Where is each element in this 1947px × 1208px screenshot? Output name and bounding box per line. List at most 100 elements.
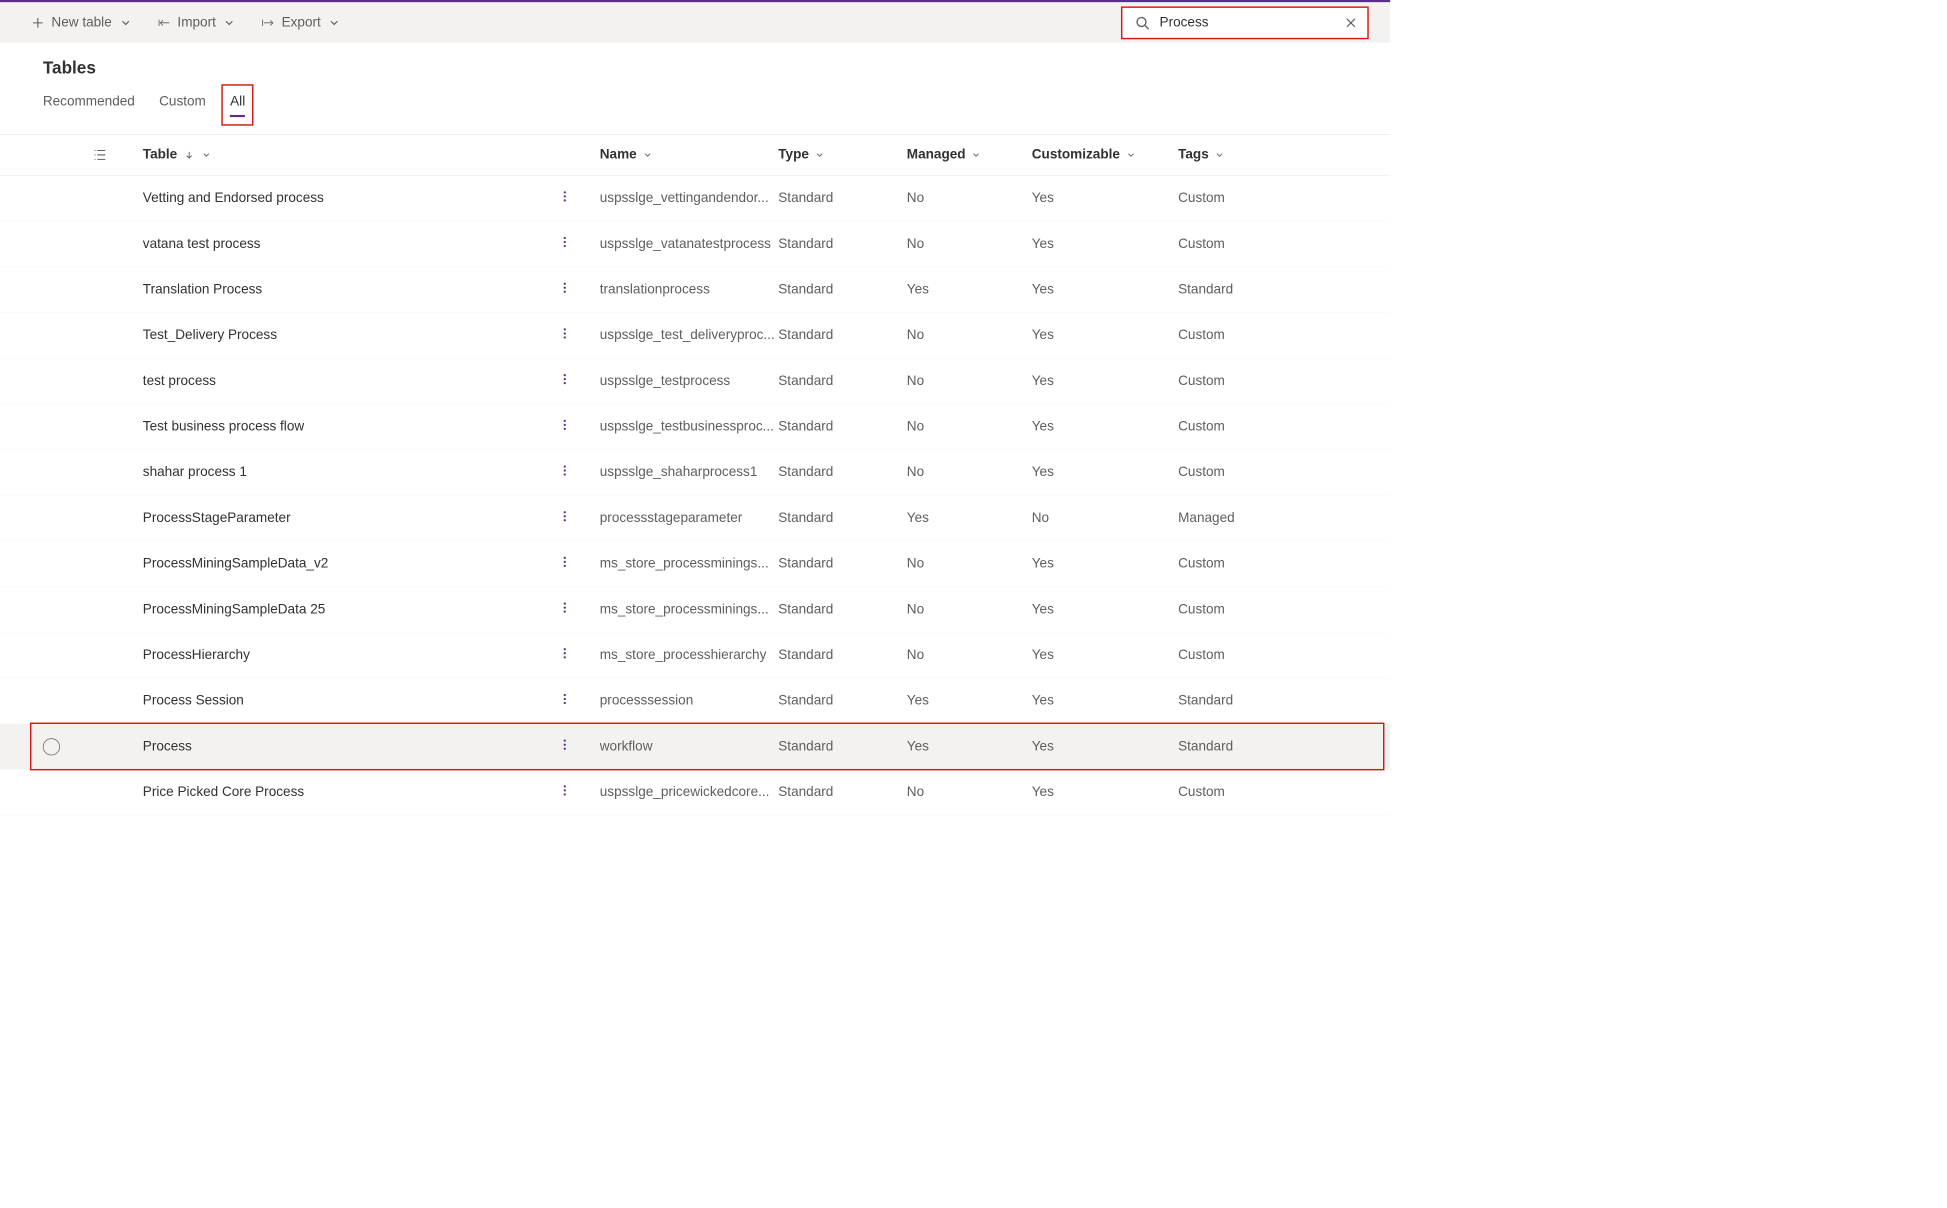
- row-more-icon[interactable]: [558, 372, 571, 389]
- table-row[interactable]: Test_Delivery Processuspsslge_test_deliv…: [0, 313, 1390, 359]
- column-header-managed[interactable]: Managed: [907, 147, 1032, 163]
- row-more-icon[interactable]: [558, 464, 571, 481]
- row-customizable-cell: Yes: [1032, 784, 1178, 800]
- import-button[interactable]: Import: [155, 10, 239, 34]
- column-header-type-label: Type: [778, 147, 809, 163]
- row-more-icon[interactable]: [558, 738, 571, 755]
- row-table-cell[interactable]: Vetting and Endorsed process: [143, 190, 600, 207]
- row-name-cell: workflow: [600, 739, 779, 755]
- row-more-icon[interactable]: [558, 692, 571, 709]
- row-customizable-cell: Yes: [1032, 602, 1178, 618]
- table-row[interactable]: shahar process 1uspsslge_shaharprocess1S…: [0, 450, 1390, 496]
- table-row[interactable]: Test business process flowuspsslge_testb…: [0, 404, 1390, 450]
- column-header-customizable-label: Customizable: [1032, 147, 1120, 163]
- row-managed-cell: No: [907, 602, 1032, 618]
- tab-all-wrap: All: [230, 91, 245, 115]
- chevron-down-icon: [815, 150, 825, 160]
- row-table-label: shahar process 1: [143, 464, 247, 480]
- row-table-label: ProcessStageParameter: [143, 510, 291, 526]
- search-input[interactable]: [1160, 15, 1335, 31]
- row-managed-cell: No: [907, 327, 1032, 343]
- row-more-icon[interactable]: [558, 190, 571, 207]
- row-more-icon[interactable]: [558, 235, 571, 252]
- row-type-cell: Standard: [778, 693, 907, 709]
- table-row[interactable]: vatana test processuspsslge_vatanatestpr…: [0, 221, 1390, 267]
- row-customizable-cell: No: [1032, 510, 1178, 526]
- row-more-icon[interactable]: [558, 281, 571, 298]
- tab-all[interactable]: All: [230, 91, 245, 115]
- row-type-cell: Standard: [778, 190, 907, 206]
- chevron-down-icon: [119, 16, 132, 29]
- row-managed-cell: Yes: [907, 693, 1032, 709]
- table-row[interactable]: ProcessMiningSampleData_v2ms_store_proce…: [0, 541, 1390, 587]
- chevron-down-icon: [328, 16, 341, 29]
- new-table-label: New table: [51, 15, 111, 31]
- row-tags-cell: Custom: [1178, 556, 1299, 572]
- row-more-icon[interactable]: [558, 601, 571, 618]
- table-row[interactable]: Vetting and Endorsed processuspsslge_vet…: [0, 176, 1390, 222]
- row-customizable-cell: Yes: [1032, 647, 1178, 663]
- row-name-cell: uspsslge_pricewickedcore...: [600, 784, 779, 800]
- row-table-cell[interactable]: ProcessMiningSampleData_v2: [143, 555, 600, 572]
- row-type-cell: Standard: [778, 647, 907, 663]
- table-row[interactable]: Process SessionprocesssessionStandardYes…: [0, 678, 1390, 724]
- table-row[interactable]: test processuspsslge_testprocessStandard…: [0, 358, 1390, 404]
- row-table-label: Test business process flow: [143, 419, 304, 435]
- row-table-cell[interactable]: ProcessHierarchy: [143, 647, 600, 664]
- search-box[interactable]: [1121, 6, 1369, 39]
- table-row[interactable]: Price Picked Core Processuspsslge_pricew…: [0, 770, 1390, 816]
- row-more-icon[interactable]: [558, 647, 571, 664]
- row-customizable-cell: Yes: [1032, 373, 1178, 389]
- row-tags-cell: Custom: [1178, 236, 1299, 252]
- table-row[interactable]: ProcessHierarchyms_store_processhierarch…: [0, 633, 1390, 679]
- row-name-cell: translationprocess: [600, 282, 779, 298]
- row-customizable-cell: Yes: [1032, 190, 1178, 206]
- row-table-cell[interactable]: ProcessMiningSampleData 25: [143, 601, 600, 618]
- row-table-cell[interactable]: Process Session: [143, 692, 600, 709]
- chevron-down-icon: [971, 150, 981, 160]
- row-checkbox-cell[interactable]: [43, 738, 93, 755]
- row-checkbox[interactable]: [43, 738, 60, 755]
- row-more-icon[interactable]: [558, 509, 571, 526]
- row-table-cell[interactable]: Process: [143, 738, 600, 755]
- row-more-icon[interactable]: [558, 555, 571, 572]
- header-list-icon[interactable]: [93, 148, 143, 162]
- row-customizable-cell: Yes: [1032, 464, 1178, 480]
- column-header-tags[interactable]: Tags: [1178, 147, 1299, 163]
- table-row[interactable]: Translation Processtranslationprocess Sta…: [0, 267, 1390, 313]
- new-table-button[interactable]: New table: [29, 10, 135, 34]
- row-tags-cell: Standard: [1178, 282, 1299, 298]
- row-customizable-cell: Yes: [1032, 693, 1178, 709]
- row-table-cell[interactable]: Test_Delivery Process: [143, 327, 600, 344]
- row-customizable-cell: Yes: [1032, 556, 1178, 572]
- column-header-type[interactable]: Type: [778, 147, 907, 163]
- row-customizable-cell: Yes: [1032, 327, 1178, 343]
- row-table-cell[interactable]: ProcessStageParameter: [143, 509, 600, 526]
- row-table-cell[interactable]: Test business process flow: [143, 418, 600, 435]
- row-more-icon[interactable]: [558, 327, 571, 344]
- export-button[interactable]: Export: [259, 10, 344, 34]
- tab-custom[interactable]: Custom: [159, 91, 206, 115]
- row-name-cell: uspsslge_shaharprocess1: [600, 464, 779, 480]
- table-row[interactable]: ProcessMiningSampleData 25ms_store_proce…: [0, 587, 1390, 633]
- column-header-customizable[interactable]: Customizable: [1032, 147, 1178, 163]
- row-table-cell[interactable]: vatana test process: [143, 235, 600, 252]
- import-label: Import: [177, 15, 215, 31]
- clear-search-icon[interactable]: [1344, 16, 1357, 29]
- row-more-icon[interactable]: [558, 784, 571, 801]
- row-table-cell[interactable]: test process: [143, 372, 600, 389]
- column-header-name[interactable]: Name: [600, 147, 779, 163]
- row-table-cell[interactable]: shahar process 1: [143, 464, 600, 481]
- row-table-cell[interactable]: Price Picked Core Process: [143, 784, 600, 801]
- tab-recommended[interactable]: Recommended: [43, 91, 135, 115]
- table-row[interactable]: ProcessworkflowStandardYesYesStandard: [0, 724, 1390, 770]
- row-more-icon[interactable]: [558, 418, 571, 435]
- row-name-cell: uspsslge_testprocess: [600, 373, 779, 389]
- column-header-table[interactable]: Table: [143, 147, 600, 163]
- row-table-cell[interactable]: Translation Process: [143, 281, 600, 298]
- table-row[interactable]: ProcessStageParameterprocessstageparamet…: [0, 496, 1390, 542]
- plus-icon: [31, 16, 44, 29]
- row-type-cell: Standard: [778, 739, 907, 755]
- row-managed-cell: No: [907, 190, 1032, 206]
- row-type-cell: Standard: [778, 556, 907, 572]
